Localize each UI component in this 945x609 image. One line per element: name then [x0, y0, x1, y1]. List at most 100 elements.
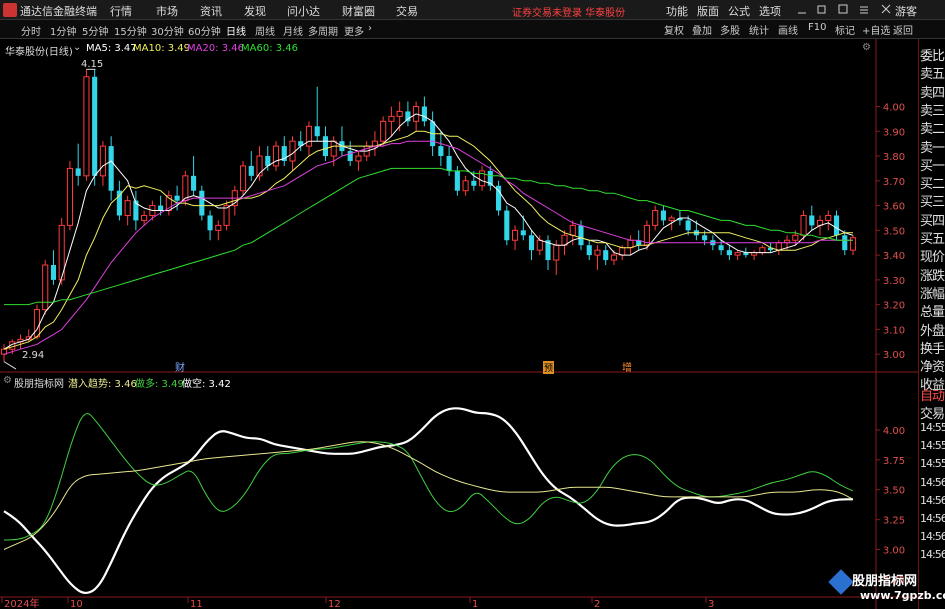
ma10-legend: MA10: 3.49 — [133, 43, 191, 54]
ma-line-ma60 — [4, 167, 853, 306]
y-tick-label: 3.20 — [883, 301, 905, 312]
forecast-marker[interactable]: 预 — [543, 361, 555, 374]
candle-body-up — [734, 252, 741, 256]
y-tick-label: 3.30 — [883, 276, 905, 287]
y-tick-label: 3.50 — [883, 226, 905, 237]
increase-marker[interactable]: 增 — [622, 359, 632, 374]
chevron-down-icon[interactable]: ⌄ — [73, 42, 81, 53]
candle-body-down — [809, 215, 815, 226]
candle-body-down — [421, 106, 427, 122]
ma-line-ma5 — [3, 113, 854, 350]
y-tick-label: 3.60 — [883, 202, 905, 213]
y-tick-label: 3.00 — [883, 350, 905, 361]
candle-body-up — [305, 125, 313, 147]
candle-body-up — [380, 120, 387, 142]
sidebar-time-4: 14:56 — [920, 493, 945, 507]
candle-body-up — [388, 115, 395, 122]
indicator-name[interactable]: 股朋指标网 — [14, 375, 64, 390]
candle-body-down — [438, 146, 444, 157]
candle-body-up — [553, 244, 560, 261]
ind-series-trend: 潜入趋势: 3.46 — [68, 379, 137, 390]
sidebar-field-6: 买一 — [920, 158, 945, 174]
sidebar-field-3: 卖三 — [920, 103, 945, 119]
candle-body-up — [800, 214, 807, 236]
sidebar-trade-tab[interactable]: 交易 — [920, 403, 945, 422]
sidebar-time-2: 14:55 — [920, 457, 945, 471]
low-pointer — [3, 361, 17, 370]
sidebar-field-15: 外盘 — [920, 323, 945, 339]
sidebar-time-3: 14:56 — [920, 475, 945, 489]
sidebar-field-11: 现价 — [920, 250, 945, 266]
ind-y-tick-label: 3.75 — [883, 456, 905, 467]
watermark-url: www.7gpzb.com — [860, 589, 945, 602]
y-tick-label: 3.10 — [883, 325, 905, 336]
candle-body-down — [520, 230, 526, 236]
candle-body-down — [718, 245, 724, 251]
ind-series-long: 做多: 3.49 — [135, 379, 184, 390]
candle-body-up — [462, 180, 469, 192]
y-tick-label: 3.70 — [883, 177, 905, 188]
ind-y-tick-label: 3.25 — [883, 516, 905, 527]
sidebar-field-12: 涨跌 — [920, 268, 945, 284]
candle-body-down — [528, 235, 535, 251]
sidebar-time-0: 14:55 — [920, 421, 945, 434]
ma20-legend: MA20: 3.46 — [187, 43, 245, 54]
candle-body-up — [668, 217, 675, 221]
candle-body-down — [248, 165, 254, 176]
y-tick-label: 3.80 — [883, 152, 905, 163]
candle-body-down — [504, 210, 510, 241]
candle-body-up — [99, 145, 106, 177]
sidebar-field-5: 卖一 — [920, 140, 945, 156]
candle-body-up — [610, 254, 618, 261]
sidebar-time-5: 14:56 — [920, 512, 945, 525]
y-tick-label: 3.40 — [883, 251, 905, 262]
financial-marker[interactable]: 财 — [175, 359, 185, 374]
candle-body-down — [446, 156, 452, 171]
candle-body-up — [83, 76, 90, 177]
ind-y-tick-label: 3.00 — [883, 546, 905, 557]
candle-body-down — [207, 215, 213, 231]
quote-sidebar: 委比 卖五 卖四 卖三 卖二 卖一 买一 买二 买三 买四 买五 现价 涨跌 涨幅 总量 外盘 换手 净资 收益 自动… — [918, 39, 945, 609]
sidebar-field-13: 涨幅 — [920, 286, 945, 302]
settings-icon[interactable]: ⚙ — [862, 42, 871, 53]
sidebar-auto-toggle[interactable]: 自动 — [920, 385, 945, 404]
candle-body-up — [330, 140, 337, 157]
ind-y-tick-label: 3.50 — [883, 486, 905, 497]
candle-body-up — [182, 175, 189, 202]
candle-body-up — [759, 247, 766, 254]
stock-name-label[interactable]: 华泰股份(日线) — [5, 43, 73, 58]
candle-body-down — [92, 76, 98, 176]
ma5-legend: MA5: 3.47 — [86, 43, 137, 54]
candle-body-down — [471, 180, 477, 186]
candle-body-down — [108, 146, 114, 191]
y-tick-label: 3.90 — [883, 127, 905, 138]
candle-body-up — [396, 110, 403, 117]
x-tick-label: 11 — [190, 599, 203, 609]
x-tick-label: 1 — [472, 599, 478, 609]
candle-body-up — [239, 165, 247, 192]
chart-canvas[interactable]: 3.00 3.10 3.20 3.30 3.40 3.50 3.60 3.70 3.80 3.90… — [0, 0, 945, 609]
candle-body-down — [454, 170, 460, 191]
candle-body-down — [726, 250, 732, 256]
sidebar-field-2: 卖四 — [920, 85, 945, 101]
candle-body-up — [42, 264, 49, 311]
candle-body-up — [223, 205, 230, 226]
candle-body-down — [314, 126, 320, 137]
candle-body-up — [124, 200, 131, 216]
watermark: 股朋指标网 www.7gpzb.com — [828, 568, 945, 608]
settings-icon[interactable]: ⚙ — [3, 375, 12, 386]
sidebar-field-7: 买二 — [920, 177, 945, 193]
candle-body-down — [842, 235, 848, 251]
ma-line-ma10 — [3, 130, 853, 350]
candle-body-up — [594, 249, 601, 256]
candle-body-up — [289, 140, 296, 162]
candle-body-up — [652, 210, 659, 226]
candle-body-down — [174, 195, 180, 201]
sidebar-field-0: 委比 — [920, 49, 945, 64]
candle-body-up — [627, 239, 634, 249]
x-tick-label: 3 — [708, 599, 714, 609]
candle-body-up — [536, 239, 543, 251]
candle-body-up — [272, 145, 280, 167]
ind-y-tick-label: 4.00 — [883, 426, 905, 437]
sidebar-time-6: 14:56 — [920, 530, 945, 544]
